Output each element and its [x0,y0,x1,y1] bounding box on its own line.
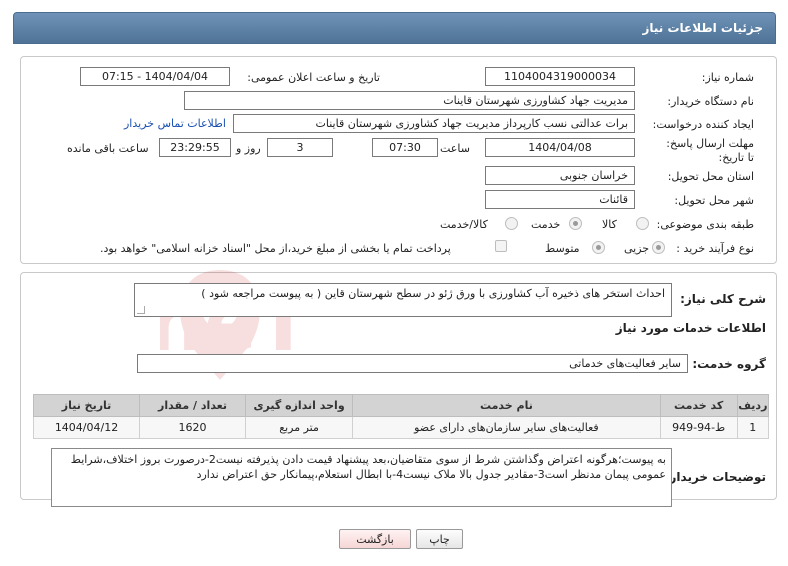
page-header: جزئیات اطلاعات نیاز [13,12,776,44]
need-number-label: شماره نیاز: [701,71,754,84]
service-group-field[interactable]: سایر فعالیت‌های خدماتی [137,354,688,373]
purchase-minor-radio[interactable] [652,241,665,254]
page-title: جزئیات اطلاعات نیاز [642,21,763,35]
category-label: طبقه بندی موضوعی: [656,218,754,231]
treasury-note: پرداخت تمام یا بخشی از مبلغ خرید،از محل … [100,242,451,255]
category-goods-service-label: کالا/خدمت [440,218,488,231]
cell-name: فعالیت‌های سایر سازمان‌های دارای عضو [352,416,661,439]
province-field[interactable]: خراسان جنوبی [485,166,635,185]
city-label: شهر محل تحویل: [674,194,754,207]
col-qty-header: تعداد / مقدار [139,394,247,417]
announce-datetime-field[interactable]: 1404/04/04 - 07:15 [80,67,230,86]
deadline-label: مهلت ارسال پاسخ: تا تاریخ: [666,137,754,164]
category-goods-service-radio[interactable] [505,217,518,230]
purchase-type-label: نوع فرآیند خرید : [676,242,754,255]
buyer-org-field[interactable]: مدیریت جهاد کشاورزی شهرستان قاینات [184,91,635,110]
deadline-time-field[interactable]: 07:30 [372,138,438,157]
col-date-header: تاریخ نیاز [32,394,141,417]
province-label: استان محل تحویل: [667,170,754,183]
services-table: ردیف کد خدمت نام خدمت واحد اندازه گیری ت… [32,394,770,439]
category-service-radio[interactable] [569,217,582,230]
table-row[interactable]: 1 ط-94-949 فعالیت‌های سایر سازمان‌های دا… [32,416,770,439]
summary-resize-handle[interactable] [137,306,145,314]
treasury-checkbox[interactable] [495,240,507,252]
cell-row: 1 [736,416,770,439]
need-info-panel [20,56,777,264]
remaining-time-label: ساعت باقی مانده [67,142,149,155]
purchase-medium-radio[interactable] [592,241,605,254]
cell-code: ط-94-949 [659,416,738,439]
remaining-days-field[interactable]: 3 [267,138,333,157]
buyer-notes-label: توضیحات خریدار: [664,470,766,484]
cell-qty: 1620 [139,416,247,439]
requester-label: ایجاد کننده درخواست: [652,118,754,131]
col-name-header: نام خدمت [352,394,661,417]
category-service-label: خدمت [531,218,561,231]
announce-datetime-label: تاریخ و ساعت اعلان عمومی: [247,71,380,84]
back-button[interactable]: بازگشت [339,529,411,549]
buyer-contact-link[interactable]: اطلاعات تماس خریدار [124,117,226,130]
requester-field[interactable]: برات عدالتی نسب کارپرداز مدیریت جهاد کشا… [233,114,635,133]
purchase-medium-label: متوسط [545,242,580,255]
need-summary-field[interactable]: احداث استخر های ذخیره آب کشاورزی با ورق … [134,283,672,317]
deadline-time-label: ساعت [440,142,470,155]
city-field[interactable]: قائنات [485,190,635,209]
buyer-org-label: نام دستگاه خریدار: [667,95,754,108]
deadline-date-field[interactable]: 1404/04/08 [485,138,635,157]
print-button[interactable]: چاپ [416,529,463,549]
col-unit-header: واحد اندازه گیری [245,394,354,417]
col-code-header: کد خدمت [659,394,738,417]
remaining-time-field[interactable]: 23:29:55 [159,138,231,157]
col-row-header: ردیف [736,394,770,417]
cell-unit: متر مربع [245,416,354,439]
purchase-minor-label: جزیی [624,242,650,255]
cell-date: 1404/04/12 [32,416,141,439]
buyer-notes-field[interactable]: به پیوست؛هرگونه اعتراض وگذاشتن شرط از سو… [51,448,672,507]
table-header-row: ردیف کد خدمت نام خدمت واحد اندازه گیری ت… [32,394,770,417]
service-group-label: گروه خدمت: [692,357,766,371]
category-goods-radio[interactable] [636,217,649,230]
category-goods-label: کالا [602,218,617,231]
need-number-field[interactable]: 1104004319000034 [485,67,635,86]
services-section-title: اطلاعات خدمات مورد نیاز [615,321,766,335]
remaining-days-label: روز و [236,142,261,155]
need-summary-label: شرح کلی نیاز: [680,292,766,306]
